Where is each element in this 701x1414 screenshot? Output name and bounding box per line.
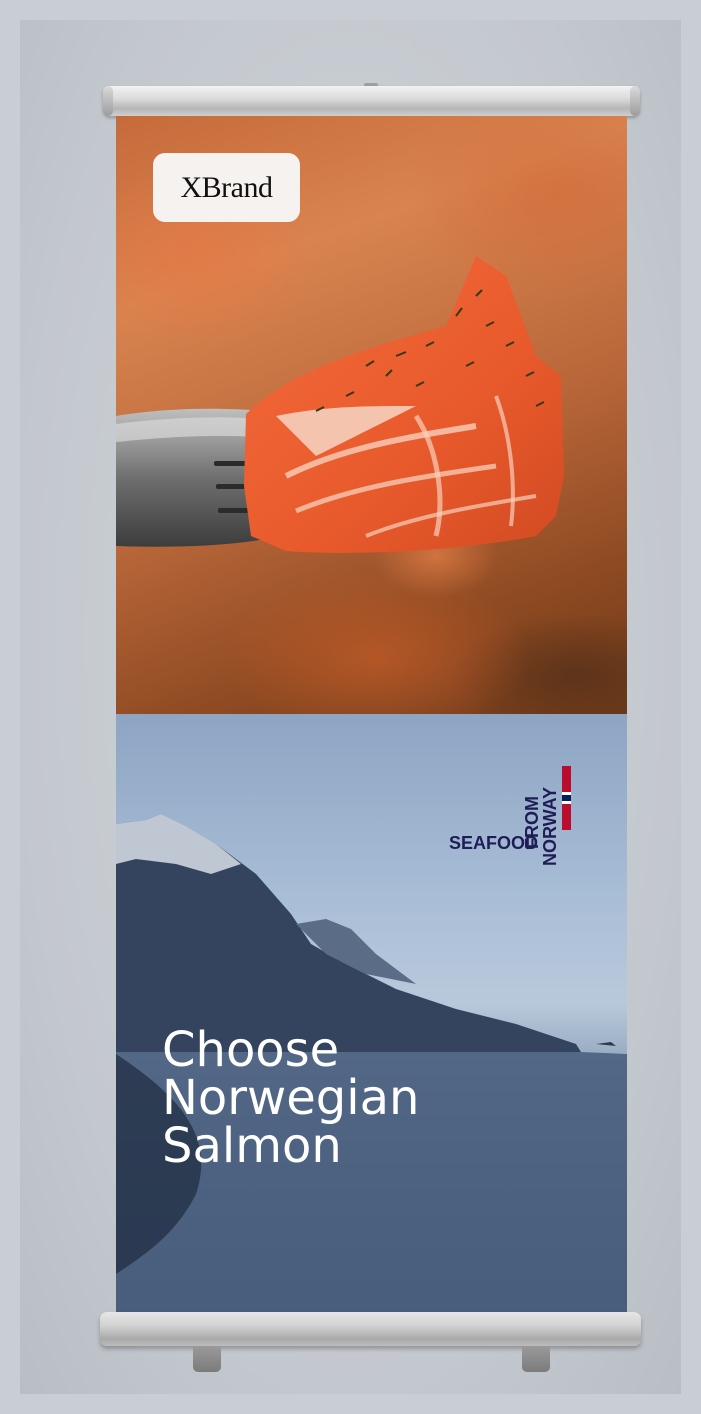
brand-logo-text: XBrand <box>180 170 273 204</box>
norwegian-flag-icon <box>562 766 571 830</box>
top-rail-left-cap <box>103 86 113 116</box>
headline: Choose Norwegian Salmon <box>162 1026 419 1170</box>
salmon-photo: XBrand <box>116 116 627 714</box>
headline-line-1: Choose <box>162 1022 340 1078</box>
top-rail <box>103 86 640 116</box>
svg-text:NORWAY: NORWAY <box>540 787 560 866</box>
bottom-cassette <box>100 1312 641 1346</box>
left-foot <box>193 1346 221 1372</box>
svg-text:FROM: FROM <box>522 796 542 849</box>
headline-line-2: Norwegian <box>162 1070 420 1126</box>
top-rail-right-cap <box>630 86 640 116</box>
rollup-banner: XBrand SEAFOOD FROM NORWAY Choose Norweg… <box>116 116 627 1316</box>
headline-line-3: Salmon <box>162 1118 342 1174</box>
right-foot <box>522 1346 550 1372</box>
fjord-photo: SEAFOOD FROM NORWAY Choose Norwegian Sal… <box>116 714 627 1316</box>
seafood-from-norway-logo: SEAFOOD FROM NORWAY <box>449 766 571 866</box>
brand-logo-box: XBrand <box>153 153 300 222</box>
